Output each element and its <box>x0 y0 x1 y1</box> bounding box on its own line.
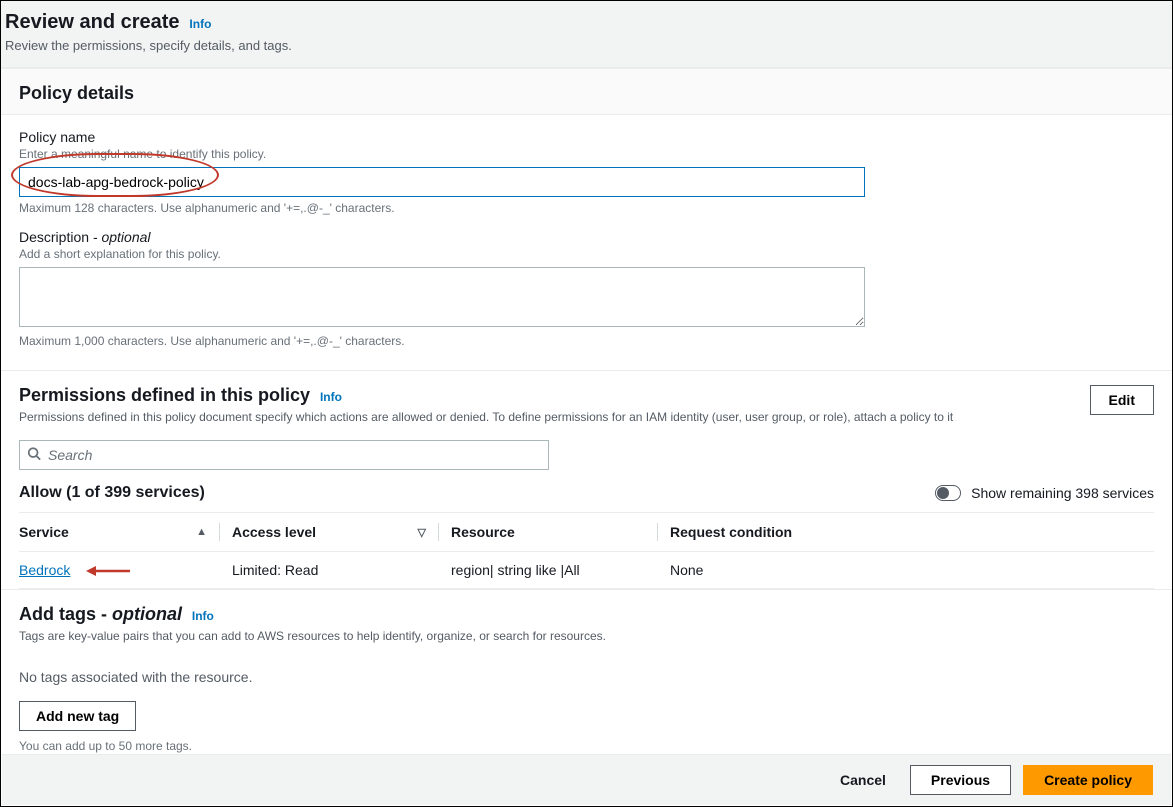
permissions-description: Permissions defined in this policy docum… <box>19 410 1090 424</box>
col-access-header[interactable]: Access level ▽ <box>232 524 438 540</box>
permissions-header: Permissions defined in this policy Info … <box>1 371 1172 430</box>
service-link[interactable]: Bedrock <box>19 562 70 578</box>
policy-name-input-wrap <box>19 167 1154 197</box>
tags-none-text: No tags associated with the resource. <box>19 669 1154 685</box>
table-row: Bedrock Limited: Read region| string lik… <box>19 552 1154 589</box>
cell-resource: region| string like |All <box>451 562 657 578</box>
col-condition-header[interactable]: Request condition <box>670 524 1154 540</box>
col-resource-header[interactable]: Resource <box>451 524 657 540</box>
permissions-header-left: Permissions defined in this policy Info … <box>19 385 1090 424</box>
tags-title-suffix: optional <box>112 604 182 624</box>
add-tag-button[interactable]: Add new tag <box>19 701 136 731</box>
page-subtitle: Review the permissions, specify details,… <box>5 38 1154 53</box>
description-textarea[interactable] <box>19 267 865 327</box>
annotation-arrow-icon <box>86 564 130 578</box>
description-optional: - optional <box>89 229 150 245</box>
policy-details-header: Policy details <box>1 69 1172 115</box>
show-remaining-label: Show remaining 398 services <box>971 485 1154 501</box>
search-icon <box>27 447 41 464</box>
policy-details-title: Policy details <box>19 83 1154 104</box>
permissions-title: Permissions defined in this policy <box>19 385 310 405</box>
policy-name-constraint: Maximum 128 characters. Use alphanumeric… <box>19 201 1154 215</box>
permissions-section: Permissions defined in this policy Info … <box>1 370 1172 589</box>
policy-details-body: Policy name Enter a meaningful name to i… <box>1 115 1172 366</box>
tags-title-prefix: Add tags - <box>19 604 112 624</box>
sort-none-icon: ▽ <box>418 526 438 539</box>
description-block: Description - optional Add a short expla… <box>19 229 1154 348</box>
cancel-button[interactable]: Cancel <box>828 766 898 794</box>
cell-service: Bedrock <box>19 562 219 578</box>
col-divider <box>219 523 220 541</box>
col-divider <box>438 523 439 541</box>
permissions-table-header: Service ▲ Access level ▽ Resource Reques… <box>19 513 1154 552</box>
policy-name-input[interactable] <box>19 167 865 197</box>
create-policy-button[interactable]: Create policy <box>1023 765 1153 795</box>
description-hint: Add a short explanation for this policy. <box>19 247 1154 261</box>
previous-button[interactable]: Previous <box>910 765 1011 795</box>
cell-condition: None <box>670 562 1154 578</box>
description-constraint: Maximum 1,000 characters. Use alphanumer… <box>19 334 1154 348</box>
tags-description: Tags are key-value pairs that you can ad… <box>19 629 1154 643</box>
col-service-header[interactable]: Service ▲ <box>19 524 219 540</box>
col-divider <box>657 523 658 541</box>
show-remaining-toggle[interactable] <box>935 485 961 501</box>
permissions-table: Service ▲ Access level ▽ Resource Reques… <box>19 512 1154 589</box>
tags-header: Add tags - optional Info Tags are key-va… <box>1 590 1172 649</box>
allow-row: Allow (1 of 399 services) Show remaining… <box>1 470 1172 512</box>
tags-limit-text: You can add up to 50 more tags. <box>19 739 1154 753</box>
policy-name-label: Policy name <box>19 129 1154 145</box>
permissions-search-wrap <box>19 440 549 470</box>
edit-button[interactable]: Edit <box>1090 385 1154 415</box>
description-label: Description <box>19 229 89 245</box>
policy-name-hint: Enter a meaningful name to identify this… <box>19 147 1154 161</box>
show-remaining-wrap: Show remaining 398 services <box>935 485 1154 501</box>
cell-access: Limited: Read <box>232 562 438 578</box>
page-header: Review and create Info Review the permis… <box>1 1 1172 68</box>
info-link-tags[interactable]: Info <box>192 609 214 623</box>
info-link-header[interactable]: Info <box>189 17 211 31</box>
allow-count: Allow (1 of 399 services) <box>19 484 205 502</box>
policy-details-section: Policy details Policy name Enter a meani… <box>1 68 1172 366</box>
footer-bar: Cancel Previous Create policy <box>2 754 1171 805</box>
info-link-permissions[interactable]: Info <box>320 390 342 404</box>
tags-body: No tags associated with the resource. Ad… <box>1 649 1172 771</box>
tags-section: Add tags - optional Info Tags are key-va… <box>1 589 1172 771</box>
sort-asc-icon: ▲ <box>196 526 219 538</box>
page-title: Review and create <box>5 11 180 33</box>
permissions-search-input[interactable] <box>19 440 549 470</box>
